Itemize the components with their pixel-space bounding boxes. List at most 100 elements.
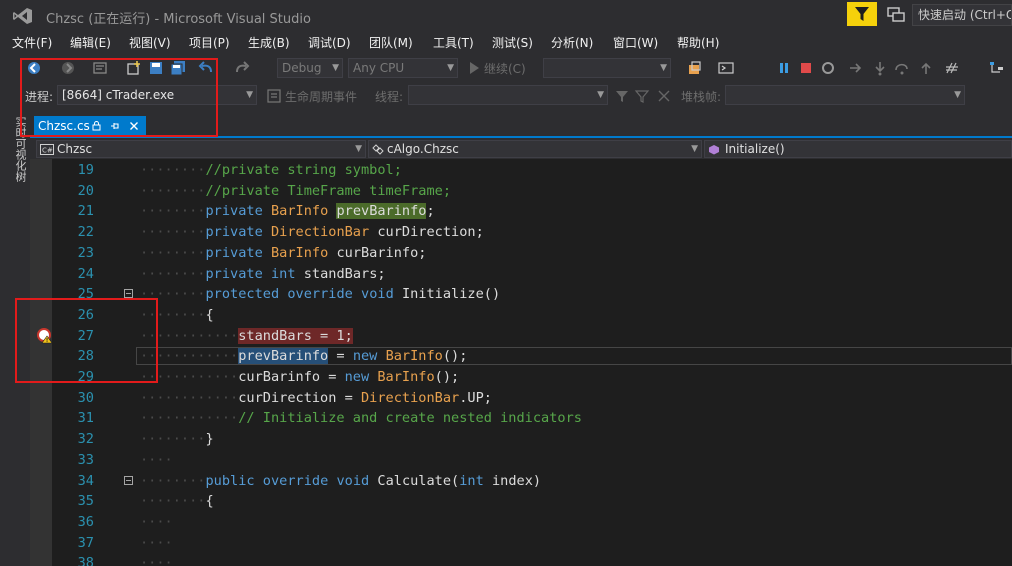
code-line[interactable]: 33 ···· bbox=[30, 450, 1012, 470]
code-token: void bbox=[361, 286, 394, 303]
code-token: BarInfo bbox=[377, 369, 435, 385]
hot-reload-icon[interactable] bbox=[944, 60, 960, 76]
code-line[interactable]: 35 ········{ bbox=[30, 491, 1012, 511]
code-line[interactable]: 37 ···· bbox=[30, 533, 1012, 553]
menu-file[interactable]: 文件(F) bbox=[12, 34, 52, 51]
class-dropdown[interactable]: cAlgo.Chzsc ▼ bbox=[368, 140, 702, 158]
code-token: } bbox=[205, 431, 214, 448]
continue-button-label[interactable]: 继续(C) bbox=[484, 60, 526, 77]
code-token: void bbox=[336, 472, 370, 489]
menu-bar: 文件(F) 编辑(E) 视图(V) 项目(P) 生成(B) 调试(D) 团队(M… bbox=[0, 32, 1012, 54]
solution-platform-dropdown[interactable]: Any CPU ▼ bbox=[348, 58, 458, 78]
class-icon bbox=[372, 144, 384, 155]
window-title: Chzsc (正在运行) - Microsoft Visual Studio bbox=[46, 12, 311, 27]
line-number: 24 bbox=[77, 265, 94, 282]
member-dropdown[interactable]: Initialize() bbox=[704, 140, 1012, 158]
solution-config-dropdown[interactable]: Debug ▼ bbox=[277, 58, 343, 78]
continue-target-dropdown[interactable]: ▼ bbox=[543, 58, 671, 78]
indent-guide: ········ bbox=[140, 203, 206, 220]
code-token: new bbox=[352, 348, 378, 365]
step-arrow-icon[interactable] bbox=[848, 60, 864, 76]
code-token: curBarinfo = bbox=[238, 369, 345, 385]
code-line[interactable]: 28 ············prevBarinfo = new BarInfo(… bbox=[30, 346, 1012, 366]
code-text: ········private int standBars; bbox=[140, 264, 386, 284]
code-token: int bbox=[459, 472, 484, 489]
code-line[interactable]: 24 ········private int standBars; bbox=[30, 264, 1012, 284]
lifecycle-events-icon[interactable] bbox=[266, 88, 282, 104]
menu-edit[interactable]: 编辑(E) bbox=[70, 34, 111, 51]
code-line[interactable]: 36 ···· bbox=[30, 512, 1012, 532]
menu-build[interactable]: 生成(B) bbox=[248, 34, 290, 51]
stop-icon[interactable] bbox=[798, 60, 814, 76]
code-token: //private string symbol; bbox=[205, 162, 402, 178]
code-text: ············curDirection = DirectionBar.… bbox=[140, 388, 492, 408]
pause-icon[interactable] bbox=[776, 60, 792, 76]
menu-help[interactable]: 帮助(H) bbox=[677, 34, 719, 51]
indent-guide: ········ bbox=[140, 244, 206, 261]
code-line[interactable]: 29 ············curBarinfo = new BarInfo()… bbox=[30, 367, 1012, 387]
code-line[interactable]: 26 ········{ bbox=[30, 305, 1012, 325]
redo-icon[interactable] bbox=[234, 60, 250, 76]
thread-dropdown[interactable]: ▼ bbox=[408, 85, 608, 105]
code-token: { bbox=[205, 306, 214, 323]
live-visual-tree-icon[interactable] bbox=[988, 60, 1004, 76]
flame-icon[interactable] bbox=[686, 60, 702, 76]
code-token: new bbox=[344, 369, 370, 385]
code-line[interactable]: 38 ···· bbox=[30, 553, 1012, 566]
code-text: ········//private string symbol; bbox=[140, 160, 402, 180]
stack-frame-dropdown[interactable]: ▼ bbox=[725, 85, 965, 105]
code-token: private bbox=[205, 244, 263, 261]
code-token: private bbox=[205, 265, 263, 282]
code-token: = bbox=[328, 348, 353, 365]
step-into-icon[interactable] bbox=[872, 60, 888, 76]
menu-view[interactable]: 视图(V) bbox=[129, 34, 171, 51]
title-bar: Chzsc (正在运行) - Microsoft Visual Studio 快… bbox=[0, 0, 1012, 32]
continue-icon[interactable] bbox=[466, 60, 482, 76]
code-text: ···· bbox=[140, 553, 173, 566]
code-line[interactable]: 30 ············curDirection = DirectionBa… bbox=[30, 388, 1012, 408]
notification-filter-button[interactable] bbox=[847, 2, 877, 26]
menu-project[interactable]: 项目(P) bbox=[189, 34, 230, 51]
indent-guide: ········ bbox=[140, 182, 206, 199]
collapse-icon[interactable] bbox=[124, 475, 133, 485]
menu-analyze[interactable]: 分析(N) bbox=[551, 34, 593, 51]
code-line[interactable]: 20 ········//private TimeFrame timeFrame; bbox=[30, 181, 1012, 201]
code-text: ···· bbox=[140, 533, 173, 553]
filter-thread-icon[interactable] bbox=[614, 88, 630, 104]
code-line[interactable]: 19 ········//private string symbol; bbox=[30, 160, 1012, 180]
lifecycle-events-button[interactable]: 生命周期事件 bbox=[285, 88, 357, 105]
line-number: 31 bbox=[77, 410, 94, 427]
show-only-flagged-icon[interactable] bbox=[656, 88, 672, 104]
flag-threads-icon[interactable] bbox=[634, 88, 650, 104]
code-line[interactable]: 27 ············standBars = 1; bbox=[30, 326, 1012, 346]
code-line[interactable]: 21 ········private BarInfo prevBarinfo; bbox=[30, 201, 1012, 221]
restart-icon[interactable] bbox=[820, 60, 836, 76]
menu-debug[interactable]: 调试(D) bbox=[308, 34, 351, 51]
code-line[interactable]: 31 ············// Initialize and create n… bbox=[30, 408, 1012, 428]
menu-window[interactable]: 窗口(W) bbox=[613, 34, 658, 51]
code-line[interactable]: 25 ········protected override void Initia… bbox=[30, 284, 1012, 304]
code-token: public bbox=[205, 472, 255, 489]
menu-team[interactable]: 团队(M) bbox=[369, 34, 413, 51]
code-line[interactable]: 34 ········public override void Calculate… bbox=[30, 471, 1012, 491]
show-next-statement-icon[interactable] bbox=[718, 60, 734, 76]
code-line[interactable]: 23 ········private BarInfo curBarinfo; bbox=[30, 243, 1012, 263]
step-over-icon[interactable] bbox=[894, 60, 910, 76]
step-out-icon[interactable] bbox=[918, 60, 934, 76]
menu-tools[interactable]: 工具(T) bbox=[433, 34, 474, 51]
code-editor[interactable]: 19 ········//private string symbol; 20 ····… bbox=[30, 159, 1012, 566]
menu-test[interactable]: 测试(S) bbox=[492, 34, 533, 51]
project-dropdown[interactable]: C# Chzsc ▼ bbox=[36, 140, 366, 158]
collapse-icon[interactable] bbox=[124, 289, 133, 299]
quick-launch-input[interactable]: 快速启动 (Ctrl+Q) bbox=[912, 4, 1012, 26]
code-text: ········private DirectionBar curDirectio… bbox=[140, 222, 484, 242]
code-token: //private TimeFrame timeFrame; bbox=[205, 182, 452, 199]
feedback-icon[interactable] bbox=[886, 5, 906, 25]
code-line[interactable]: 22 ········private DirectionBar curDirect… bbox=[30, 222, 1012, 242]
code-token: { bbox=[205, 493, 214, 510]
code-token: int bbox=[270, 265, 296, 282]
code-line[interactable]: 32 ········} bbox=[30, 429, 1012, 449]
